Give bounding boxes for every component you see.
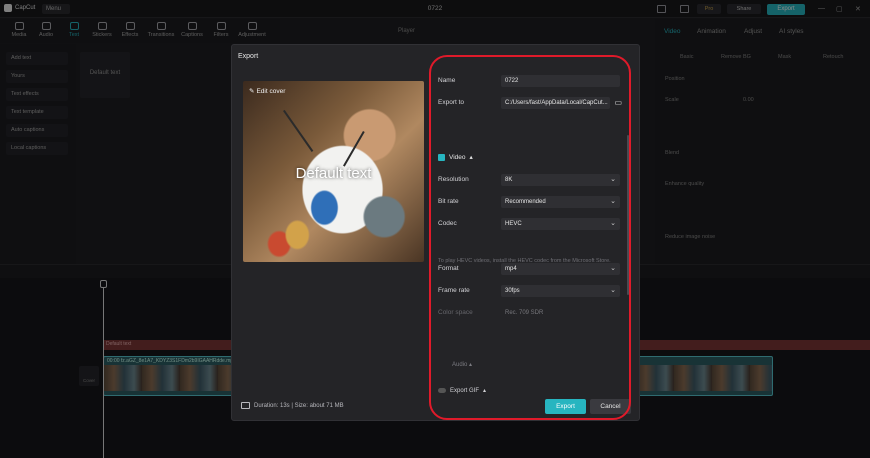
highlight-ring [429, 55, 631, 420]
brush-shape-2 [343, 131, 365, 167]
cover-preview: ✎ Edit cover Default text [243, 81, 424, 262]
pencil-icon: ✎ [249, 88, 255, 95]
brush-shape [283, 109, 314, 152]
edit-cover-button[interactable]: ✎ Edit cover [249, 87, 285, 96]
preview-overlay-text: Default text [295, 165, 372, 182]
dialog-title: Export [238, 53, 259, 60]
export-summary: Duration: 13s | Size: about 71 MB [241, 402, 344, 409]
film-icon [241, 402, 250, 409]
